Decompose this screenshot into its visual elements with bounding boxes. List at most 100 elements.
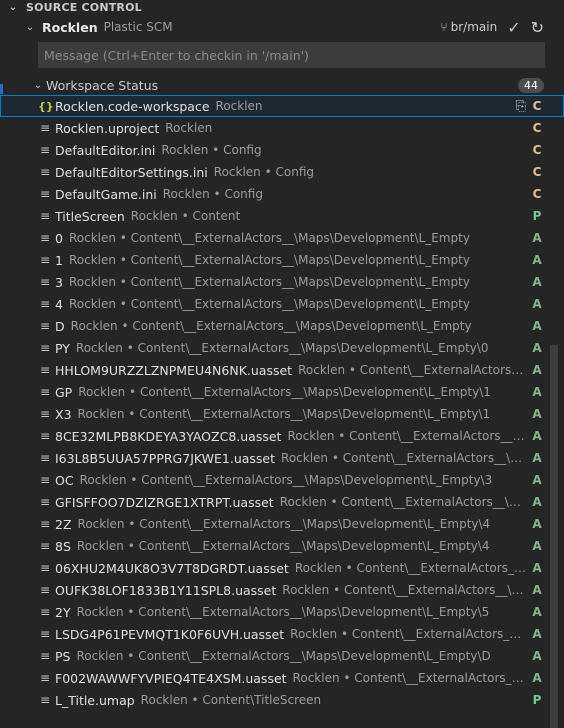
file-path: Rocklen • Content\__ExternalActors__\Map…: [76, 649, 491, 663]
repo-actions: ⑂ br/main ✓ ↻: [440, 18, 564, 37]
refresh-icon[interactable]: ↻: [531, 18, 544, 37]
file-change-row[interactable]: ≡ DefaultEditorSettings.ini Rocklen • Conf…: [0, 161, 564, 183]
file-lines-icon: ≡: [39, 297, 51, 311]
file-lines-icon: ≡: [39, 517, 51, 531]
file-path: Rocklen • Content\__ExternalActors__\Map…: [68, 297, 470, 311]
file-path: Rocklen • Content\__ExternalActors__\Map…: [282, 583, 526, 597]
file-lines-icon: ≡: [39, 649, 51, 663]
repo-provider: Plastic SCM: [103, 20, 173, 34]
file-lines-icon: ≡: [39, 341, 51, 355]
file-lines-icon: ≡: [39, 121, 51, 135]
file-path: Rocklen • Content\TitleScreen: [140, 693, 322, 707]
check-icon[interactable]: ✓: [507, 18, 520, 37]
section-title: SOURCE CONTROL: [26, 0, 142, 14]
file-path: Rocklen • Content\__ExternalActors__\Map…: [68, 253, 470, 267]
file-change-row[interactable]: ≡ PY Rocklen • Content\__ExternalActors__\…: [0, 337, 564, 359]
file-lines-icon: ≡: [39, 187, 51, 201]
file-change-row[interactable]: ≡ 8S Rocklen • Content\__ExternalActors__\…: [0, 535, 564, 557]
file-name: 1: [55, 252, 63, 268]
file-change-row[interactable]: ≡ 2Z Rocklen • Content\__ExternalActors__\…: [0, 513, 564, 535]
file-change-row[interactable]: ≡ D Rocklen • Content\__ExternalActors__\M…: [0, 315, 564, 337]
file-name: DefaultEditorSettings.ini: [55, 164, 208, 180]
file-lines-icon: ≡: [39, 385, 51, 399]
file-change-row[interactable]: ≡ 4 Rocklen • Content\__ExternalActors__\M…: [0, 293, 564, 315]
file-name: 2Y: [55, 604, 71, 620]
status-badge: A: [532, 517, 542, 531]
file-change-row[interactable]: ≡ HHLOM9URZZLZNPMEU4N6NK.uasset Rocklen • …: [0, 359, 564, 381]
branch-name: br/main: [450, 20, 498, 34]
file-change-row[interactable]: ≡ OUFK38LOF1833B1Y11SPL8.uasset Rocklen • …: [0, 579, 564, 601]
file-path: Rocklen • Content\__ExternalActors__\Map…: [279, 495, 526, 509]
file-change-row[interactable]: ≡ X3 Rocklen • Content\__ExternalActors__\…: [0, 403, 564, 425]
status-badge: A: [532, 275, 542, 289]
file-path: Rocklen: [215, 99, 263, 113]
file-name: TitleScreen: [55, 208, 125, 224]
changes-list: {} Rocklen.code-workspace Rocklen ⎘ C ≡ Rockle…: [0, 95, 564, 728]
file-name: 8CE32MLPB8KDEYA3YAOZC8.uasset: [55, 428, 282, 444]
file-change-row[interactable]: ≡ DefaultGame.ini Rocklen • Config C: [0, 183, 564, 205]
status-badge: A: [532, 561, 542, 575]
file-path: Rocklen • Content\__ExternalActors__\Map…: [70, 319, 472, 333]
file-lines-icon: ≡: [39, 473, 51, 487]
repository-row[interactable]: ⌄ Rocklen Plastic SCM ⑂ br/main ✓ ↻: [0, 14, 564, 40]
file-path: Rocklen • Content\__ExternalActors__\Map…: [77, 407, 491, 421]
file-change-row[interactable]: ≡ DefaultEditor.ini Rocklen • Config C: [0, 139, 564, 161]
status-badge: A: [532, 627, 542, 641]
file-change-row[interactable]: ≡ F002WAWWFYVPIEQ4TE4XSM.uasset Rocklen • …: [0, 667, 564, 689]
changes-count-badge: 44: [518, 77, 544, 93]
file-change-row[interactable]: ≡ Rocklen.uproject Rocklen C: [0, 117, 564, 139]
chevron-down-icon: ⌄: [33, 79, 43, 91]
commit-message-input[interactable]: [38, 42, 545, 68]
chevron-down-icon: ⌄: [8, 1, 18, 13]
file-path: Rocklen • Content\__ExternalActors__\Map…: [290, 627, 526, 641]
file-change-row[interactable]: {} Rocklen.code-workspace Rocklen ⎘ C: [0, 95, 564, 117]
file-path: Rocklen • Content\__ExternalActors__\Map…: [287, 429, 526, 443]
file-change-row[interactable]: ≡ 1 Rocklen • Content\__ExternalActors__\M…: [0, 249, 564, 271]
status-badge: A: [532, 495, 542, 509]
file-lines-icon: ≡: [39, 561, 51, 575]
file-lines-icon: ≡: [39, 605, 51, 619]
file-path: Rocklen • Content\__ExternalActors__\Map…: [76, 539, 490, 553]
open-file-icon[interactable]: ⎘: [516, 99, 526, 114]
file-change-row[interactable]: ≡ 0 Rocklen • Content\__ExternalActors__\M…: [0, 227, 564, 249]
file-change-row[interactable]: ≡ PS Rocklen • Content\__ExternalActors__\…: [0, 645, 564, 667]
file-path: Rocklen • Content: [130, 209, 241, 223]
status-badge: A: [532, 605, 542, 619]
status-badge: A: [532, 407, 542, 421]
file-path: Rocklen: [165, 121, 213, 135]
file-change-row[interactable]: ≡ 06XHU2M4UK8O3V7T8DGRDT.uasset Rocklen • …: [0, 557, 564, 579]
file-name: PS: [55, 648, 71, 664]
file-lines-icon: ≡: [39, 231, 51, 245]
file-lines-icon: ≡: [39, 693, 51, 707]
file-name: DefaultGame.ini: [55, 186, 157, 202]
status-badge: A: [532, 451, 542, 465]
scrollbar[interactable]: [550, 345, 558, 728]
status-badge: A: [532, 319, 542, 333]
file-path: Rocklen • Content\__ExternalActors__\Map…: [294, 561, 526, 575]
status-badge: P: [532, 693, 542, 707]
file-change-row[interactable]: ≡ GFISFFOO7DZIZRGE1XTRPT.uasset Rocklen • …: [0, 491, 564, 513]
file-lines-icon: ≡: [39, 143, 51, 157]
file-name: GFISFFOO7DZIZRGE1XTRPT.uasset: [55, 494, 274, 510]
file-change-row[interactable]: ≡ 2Y Rocklen • Content\__ExternalActors__\…: [0, 601, 564, 623]
file-lines-icon: ≡: [39, 539, 51, 553]
file-change-row[interactable]: ≡ L_Title.umap Rocklen • Content\TitleScre…: [0, 689, 564, 711]
file-change-row[interactable]: ≡ 3 Rocklen • Content\__ExternalActors__\M…: [0, 271, 564, 293]
file-change-row[interactable]: ≡ I63L8B5UUA57PPRG7JKWE1.uasset Rocklen • …: [0, 447, 564, 469]
file-change-row[interactable]: ≡ 8CE32MLPB8KDEYA3YAOZC8.uasset Rocklen • …: [0, 425, 564, 447]
source-control-section-header[interactable]: ⌄ SOURCE CONTROL: [0, 0, 564, 14]
branch-indicator[interactable]: ⑂ br/main: [440, 20, 497, 34]
workspace-status-group[interactable]: ⌄ Workspace Status 44: [0, 74, 564, 96]
json-file-icon: {}: [38, 99, 54, 113]
file-change-row[interactable]: ≡ TitleScreen Rocklen • Content P: [0, 205, 564, 227]
file-path: Rocklen • Content\__ExternalActors__\Map…: [292, 671, 526, 685]
file-name: Rocklen.code-workspace: [55, 98, 210, 114]
file-lines-icon: ≡: [39, 319, 51, 333]
file-path: Rocklen • Content\__ExternalActors__\Map…: [78, 385, 491, 399]
file-change-row[interactable]: ≡ OC Rocklen • Content\__ExternalActors__\…: [0, 469, 564, 491]
file-lines-icon: ≡: [39, 209, 51, 223]
file-lines-icon: ≡: [39, 363, 51, 377]
file-change-row[interactable]: ≡ LSDG4P61PEVMQT1K0F6UVH.uasset Rocklen • …: [0, 623, 564, 645]
file-change-row[interactable]: ≡ GP Rocklen • Content\__ExternalActors__\…: [0, 381, 564, 403]
file-path: Rocklen • Content\__ExternalActors__\Map…: [298, 363, 526, 377]
